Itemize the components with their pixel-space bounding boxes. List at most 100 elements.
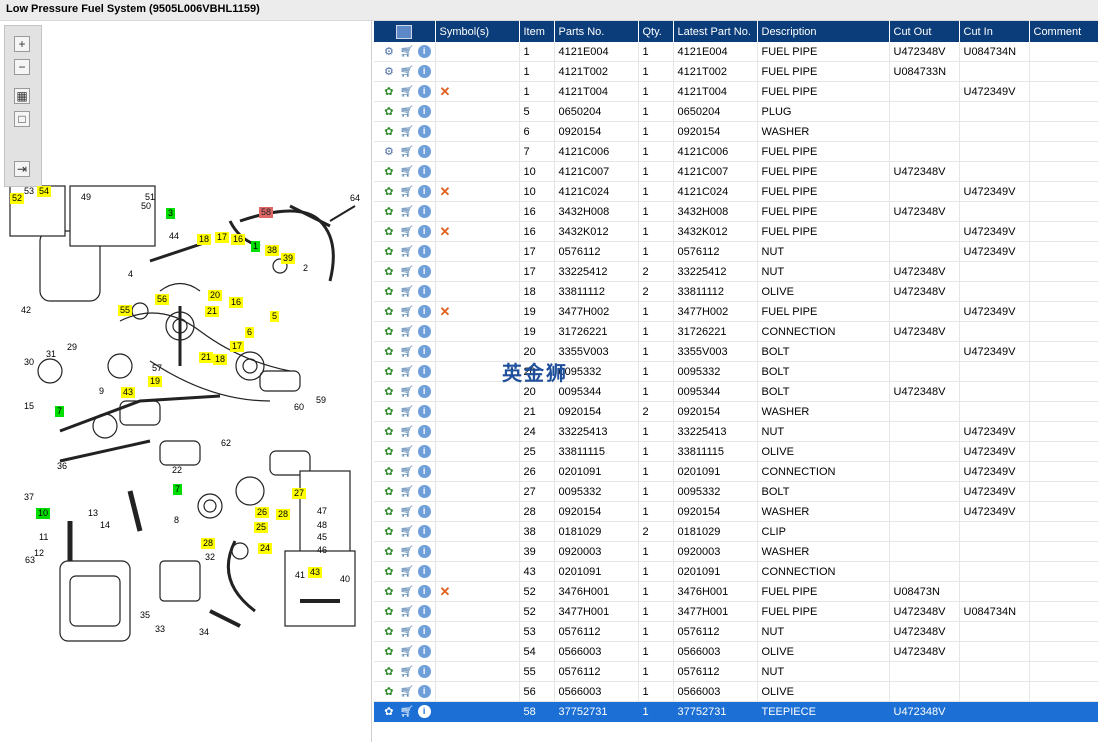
cart-icon[interactable]: 🛒︎ xyxy=(400,145,414,159)
callout-32[interactable]: 32 xyxy=(203,552,217,563)
callout-4[interactable]: 4 xyxy=(126,269,135,280)
info-icon[interactable]: i xyxy=(417,405,431,418)
gear-icon[interactable]: ✿ xyxy=(382,685,396,699)
gear-icon[interactable]: ✿ xyxy=(382,125,396,139)
info-icon[interactable]: i xyxy=(417,165,431,178)
callout-44[interactable]: 44 xyxy=(167,231,181,242)
cart-icon[interactable]: 🛒︎ xyxy=(400,245,414,259)
callout-28[interactable]: 28 xyxy=(201,538,216,549)
parts-diagram[interactable]: + − ▦ □ ⇥ 53 54 52 49 51 50 3 44 58 64 18 17 16 1 38 39… xyxy=(0,21,372,742)
info-icon[interactable]: i xyxy=(417,205,431,218)
cart-icon[interactable]: 🛒︎ xyxy=(400,325,414,339)
info-icon[interactable]: i xyxy=(417,385,431,398)
gear-icon[interactable]: ✿ xyxy=(382,645,396,659)
callout-17[interactable]: 17 xyxy=(215,232,230,243)
info-icon[interactable]: i xyxy=(417,305,431,318)
callout-57[interactable]: 57 xyxy=(150,363,164,374)
cart-icon[interactable]: 🛒︎ xyxy=(400,465,414,479)
gear-icon[interactable]: ✿ xyxy=(382,385,396,399)
gear-icon[interactable]: ✿ xyxy=(382,565,396,579)
cart-icon[interactable]: 🛒︎ xyxy=(400,545,414,559)
callout-58[interactable]: 58 xyxy=(259,207,274,218)
callout-54[interactable]: 54 xyxy=(37,186,52,197)
table-row[interactable]: ⚙ 🛒︎ i 1 4121E004 1 4121E004 FUEL PIPE U472348V U… xyxy=(374,42,1098,62)
gear-icon[interactable]: ✿ xyxy=(382,325,396,339)
gear-icon[interactable]: ✿ xyxy=(382,665,396,679)
cart-icon[interactable]: 🛒︎ xyxy=(400,265,414,279)
info-icon[interactable]: i xyxy=(417,525,431,538)
callout-21[interactable]: 21 xyxy=(205,306,220,317)
cart-icon[interactable]: 🛒︎ xyxy=(400,305,414,319)
table-row[interactable]: ✿ 🛒︎ i ✕ 19 3477H002 1 3477H002 FUEL PIPE U472349… xyxy=(374,301,1098,322)
cart-icon[interactable]: 🛒︎ xyxy=(400,65,414,79)
callout-48[interactable]: 48 xyxy=(315,520,329,531)
cart-icon[interactable]: 🛒︎ xyxy=(400,205,414,219)
callout-42[interactable]: 42 xyxy=(19,305,33,316)
gear-icon[interactable]: ✿ xyxy=(382,465,396,479)
info-icon[interactable]: i xyxy=(417,505,431,518)
callout-35[interactable]: 35 xyxy=(138,610,152,621)
callout-43[interactable]: 43 xyxy=(121,387,136,398)
callout-24[interactable]: 24 xyxy=(258,543,273,554)
cart-icon[interactable]: 🛒︎ xyxy=(400,165,414,179)
info-icon[interactable]: i xyxy=(417,225,431,238)
table-row[interactable]: ✿ 🛒︎ i 55 0576112 1 0576112 NUT xyxy=(374,661,1098,682)
gear-icon[interactable]: ✿ xyxy=(382,165,396,179)
callout-41[interactable]: 41 xyxy=(293,570,307,581)
gear-icon[interactable]: ✿ xyxy=(382,345,396,359)
callout-28[interactable]: 28 xyxy=(276,509,291,520)
gear-icon[interactable]: ✿ xyxy=(382,205,396,219)
info-icon[interactable]: i xyxy=(417,345,431,358)
callout-62[interactable]: 62 xyxy=(219,438,233,449)
table-row[interactable]: ✿ 🛒︎ i 54 0566003 1 0566003 OLIVE U472348V xyxy=(374,641,1098,662)
callout-33[interactable]: 33 xyxy=(153,624,167,635)
cart-icon[interactable]: 🛒︎ xyxy=(400,585,414,599)
info-icon[interactable]: i xyxy=(417,185,431,198)
table-row[interactable]: ✿ 🛒︎ i 39 0920003 1 0920003 WASHER xyxy=(374,541,1098,562)
info-icon[interactable]: i xyxy=(417,365,431,378)
table-row[interactable]: ✿ 🛒︎ i 43 0201091 1 0201091 CONNECTION xyxy=(374,561,1098,582)
callout-8[interactable]: 8 xyxy=(172,515,181,526)
table-row[interactable]: ✿ 🛒︎ i ✕ 10 4121C024 1 4121C024 FUEL PIPE U472349… xyxy=(374,181,1098,202)
gears-icon[interactable]: ⚙ xyxy=(382,65,396,79)
gear-icon[interactable]: ✿ xyxy=(382,605,396,619)
cart-icon[interactable]: 🛒︎ xyxy=(400,405,414,419)
callout-21[interactable]: 21 xyxy=(199,352,214,363)
col-symbols[interactable]: Symbol(s) xyxy=(435,21,520,42)
fit-icon[interactable]: ▦ xyxy=(14,88,30,104)
callout-46[interactable]: 46 xyxy=(315,545,329,556)
info-icon[interactable]: i xyxy=(417,265,431,278)
callout-7[interactable]: 7 xyxy=(173,484,183,495)
col-item[interactable]: Item xyxy=(519,21,555,42)
callout-27[interactable]: 27 xyxy=(292,488,307,499)
callout-25[interactable]: 25 xyxy=(254,522,269,533)
gear-icon[interactable]: ✿ xyxy=(382,445,396,459)
cart-icon[interactable]: 🛒︎ xyxy=(400,125,414,139)
info-icon[interactable]: i xyxy=(417,565,431,578)
cart-icon[interactable]: 🛒︎ xyxy=(400,605,414,619)
cart-icon[interactable]: 🛒︎ xyxy=(400,105,414,119)
gear-icon[interactable]: ✿ xyxy=(382,305,396,319)
table-row[interactable]: ✿ 🛒︎ i 20 3355V003 1 3355V003 BOLT U472349V xyxy=(374,341,1098,362)
callout-20[interactable]: 20 xyxy=(208,290,223,301)
table-row[interactable]: ⚙ 🛒︎ i 1 4121T002 1 4121T002 FUEL PIPE U084733N xyxy=(374,61,1098,82)
callout-56[interactable]: 56 xyxy=(155,294,170,305)
gear-icon[interactable]: ✿ xyxy=(382,425,396,439)
col-cut-out[interactable]: Cut Out xyxy=(889,21,960,42)
col-parts-no[interactable]: Parts No. xyxy=(554,21,639,42)
gear-icon[interactable]: ✿ xyxy=(382,245,396,259)
callout-16[interactable]: 16 xyxy=(229,297,244,308)
gear-icon[interactable]: ✿ xyxy=(382,545,396,559)
cart-icon[interactable]: 🛒︎ xyxy=(400,625,414,639)
callout-26[interactable]: 26 xyxy=(255,507,270,518)
callout-30[interactable]: 30 xyxy=(22,357,36,368)
table-row[interactable]: ✿ 🛒︎ i 38 0181029 2 0181029 CLIP xyxy=(374,521,1098,542)
gear-icon[interactable]: ✿ xyxy=(382,285,396,299)
table-row[interactable]: ✿ 🛒︎ i 18 33811112 2 33811112 OLIVE U472348V xyxy=(374,281,1098,302)
info-icon[interactable]: i xyxy=(417,605,431,618)
callout-39[interactable]: 39 xyxy=(281,253,296,264)
callout-14[interactable]: 14 xyxy=(98,520,112,531)
callout-37[interactable]: 37 xyxy=(22,492,36,503)
callout-11[interactable]: 11 xyxy=(37,532,50,543)
cart-icon[interactable]: 🛒︎ xyxy=(400,705,414,719)
